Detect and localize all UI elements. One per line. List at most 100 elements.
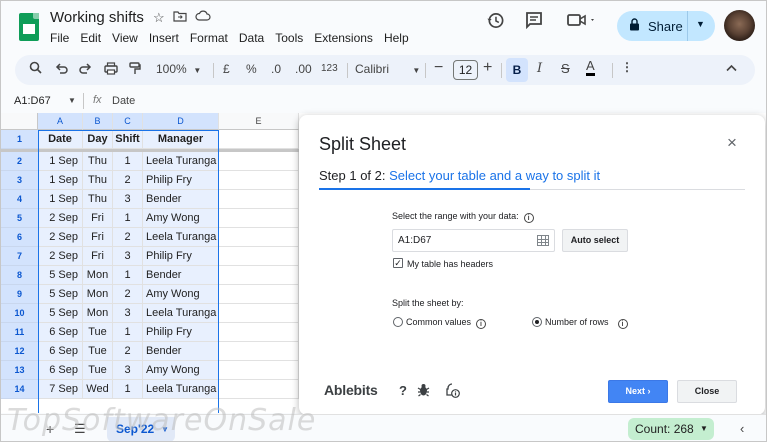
table-cell[interactable]: 2 Sep bbox=[38, 247, 83, 266]
table-cell[interactable]: Fri bbox=[83, 247, 113, 266]
table-cell[interactable]: Wed bbox=[83, 380, 113, 399]
next-button[interactable]: Next › bbox=[608, 380, 668, 403]
ablebits-logo[interactable]: Ablebits bbox=[324, 382, 378, 398]
menu-insert[interactable]: Insert bbox=[149, 31, 179, 45]
info-icon[interactable]: i bbox=[476, 319, 487, 329]
row-header[interactable]: 3 bbox=[1, 171, 38, 190]
history-icon[interactable] bbox=[486, 11, 505, 35]
table-cell[interactable]: 2 bbox=[113, 171, 143, 190]
menu-data[interactable]: Data bbox=[239, 31, 264, 45]
table-cell[interactable]: 3 bbox=[113, 361, 143, 380]
table-cell[interactable]: 2 bbox=[113, 342, 143, 361]
privacy-info-icon[interactable] bbox=[445, 383, 460, 401]
table-cell[interactable]: 5 Sep bbox=[38, 266, 83, 285]
meet-icon[interactable] bbox=[567, 11, 597, 34]
currency-format-button[interactable]: £ bbox=[223, 62, 230, 76]
decrease-font-size-icon[interactable]: − bbox=[434, 59, 443, 77]
bold-button[interactable]: B bbox=[506, 58, 528, 82]
cloud-status-icon[interactable] bbox=[195, 10, 211, 26]
table-cell[interactable]: Mon bbox=[83, 304, 113, 323]
table-cell[interactable]: 6 Sep bbox=[38, 361, 83, 380]
row-header[interactable]: 9 bbox=[1, 285, 38, 304]
more-options-icon[interactable]: ⋮ bbox=[621, 60, 633, 74]
table-cell[interactable]: 2 Sep bbox=[38, 228, 83, 247]
table-cell[interactable]: Leela Turanga bbox=[143, 380, 219, 399]
header-cell[interactable] bbox=[219, 130, 299, 149]
table-cell[interactable]: Bender bbox=[143, 342, 219, 361]
add-sheet-icon[interactable]: + bbox=[46, 421, 54, 437]
table-cell[interactable] bbox=[219, 380, 299, 399]
row-header[interactable]: 11 bbox=[1, 323, 38, 342]
font-select[interactable]: Calibri ▼ bbox=[355, 62, 420, 76]
auto-select-button[interactable]: Auto select bbox=[562, 229, 628, 252]
sheet-tab-dropdown-icon[interactable]: ▼ bbox=[161, 417, 169, 441]
table-cell[interactable]: Fri bbox=[83, 209, 113, 228]
table-cell[interactable]: Leela Turanga bbox=[143, 228, 219, 247]
sheet-tab[interactable]: Sep'22 ▼ bbox=[107, 417, 175, 441]
formula-input[interactable]: Date bbox=[112, 95, 135, 107]
decrease-decimal-button[interactable]: .0 bbox=[271, 62, 281, 76]
table-cell[interactable]: Tue bbox=[83, 361, 113, 380]
redo-icon[interactable] bbox=[79, 62, 92, 77]
menu-format[interactable]: Format bbox=[190, 31, 228, 45]
table-cell[interactable] bbox=[219, 247, 299, 266]
italic-button[interactable]: I bbox=[537, 61, 542, 76]
name-box[interactable]: A1:D67 bbox=[14, 95, 51, 107]
font-size-input[interactable]: 12 bbox=[453, 60, 478, 80]
table-cell[interactable] bbox=[219, 361, 299, 380]
table-cell[interactable]: 3 bbox=[113, 190, 143, 209]
table-cell[interactable]: 1 Sep bbox=[38, 171, 83, 190]
help-icon[interactable]: ? bbox=[399, 383, 407, 398]
row-header[interactable]: 14 bbox=[1, 380, 38, 399]
info-icon[interactable]: i bbox=[523, 213, 534, 223]
table-cell[interactable]: Amy Wong bbox=[143, 361, 219, 380]
select-range-icon[interactable] bbox=[537, 235, 549, 246]
share-dropdown-icon[interactable]: ▼ bbox=[696, 19, 705, 29]
share-button[interactable]: Share ▼ bbox=[617, 11, 715, 41]
table-cell[interactable] bbox=[219, 323, 299, 342]
table-cell[interactable] bbox=[219, 190, 299, 209]
increase-decimal-button[interactable]: .00 bbox=[295, 62, 312, 76]
row-header[interactable]: 4 bbox=[1, 190, 38, 209]
doc-title[interactable]: Working shifts bbox=[50, 9, 144, 26]
table-cell[interactable]: 1 bbox=[113, 380, 143, 399]
table-cell[interactable]: 2 bbox=[113, 285, 143, 304]
table-cell[interactable] bbox=[219, 228, 299, 247]
table-cell[interactable]: Tue bbox=[83, 342, 113, 361]
table-cell[interactable]: 5 Sep bbox=[38, 304, 83, 323]
count-summary[interactable]: Count: 268 ▼ bbox=[628, 418, 714, 440]
column-header-e[interactable]: E bbox=[219, 113, 299, 130]
table-cell[interactable]: 2 Sep bbox=[38, 209, 83, 228]
table-cell[interactable]: Thu bbox=[83, 171, 113, 190]
row-header[interactable]: 8 bbox=[1, 266, 38, 285]
name-box-dropdown-icon[interactable]: ▼ bbox=[68, 96, 76, 105]
table-cell[interactable]: 3 bbox=[113, 304, 143, 323]
table-cell[interactable]: Philip Fry bbox=[143, 171, 219, 190]
increase-font-size-icon[interactable]: + bbox=[483, 59, 492, 77]
table-cell[interactable]: Thu bbox=[83, 190, 113, 209]
side-panel-toggle-icon[interactable]: ‹ bbox=[740, 421, 744, 436]
header-cell[interactable]: Manager bbox=[143, 130, 219, 149]
table-cell[interactable]: Amy Wong bbox=[143, 209, 219, 228]
table-cell[interactable]: 1 bbox=[113, 152, 143, 171]
radio-number-of-rows[interactable] bbox=[532, 317, 542, 327]
table-cell[interactable]: 6 Sep bbox=[38, 342, 83, 361]
table-cell[interactable]: Philip Fry bbox=[143, 247, 219, 266]
number-format-button[interactable]: 123 bbox=[321, 63, 338, 74]
table-cell[interactable]: 3 bbox=[113, 247, 143, 266]
column-header-d[interactable]: D bbox=[143, 113, 219, 130]
row-header[interactable]: 1 bbox=[1, 130, 38, 149]
close-button[interactable]: Close bbox=[677, 380, 737, 403]
table-cell[interactable]: 5 Sep bbox=[38, 285, 83, 304]
table-cell[interactable]: 1 bbox=[113, 323, 143, 342]
move-folder-icon[interactable] bbox=[173, 10, 187, 26]
row-header[interactable]: 2 bbox=[1, 152, 38, 171]
all-sheets-icon[interactable]: ☰ bbox=[74, 421, 86, 437]
table-cell[interactable] bbox=[219, 209, 299, 228]
table-cell[interactable]: Philip Fry bbox=[143, 323, 219, 342]
info-icon[interactable]: i bbox=[617, 319, 628, 329]
header-cell[interactable]: Date bbox=[38, 130, 83, 149]
percent-format-button[interactable]: % bbox=[246, 62, 257, 76]
header-cell[interactable]: Shift bbox=[113, 130, 143, 149]
text-color-button[interactable]: A bbox=[586, 59, 595, 76]
